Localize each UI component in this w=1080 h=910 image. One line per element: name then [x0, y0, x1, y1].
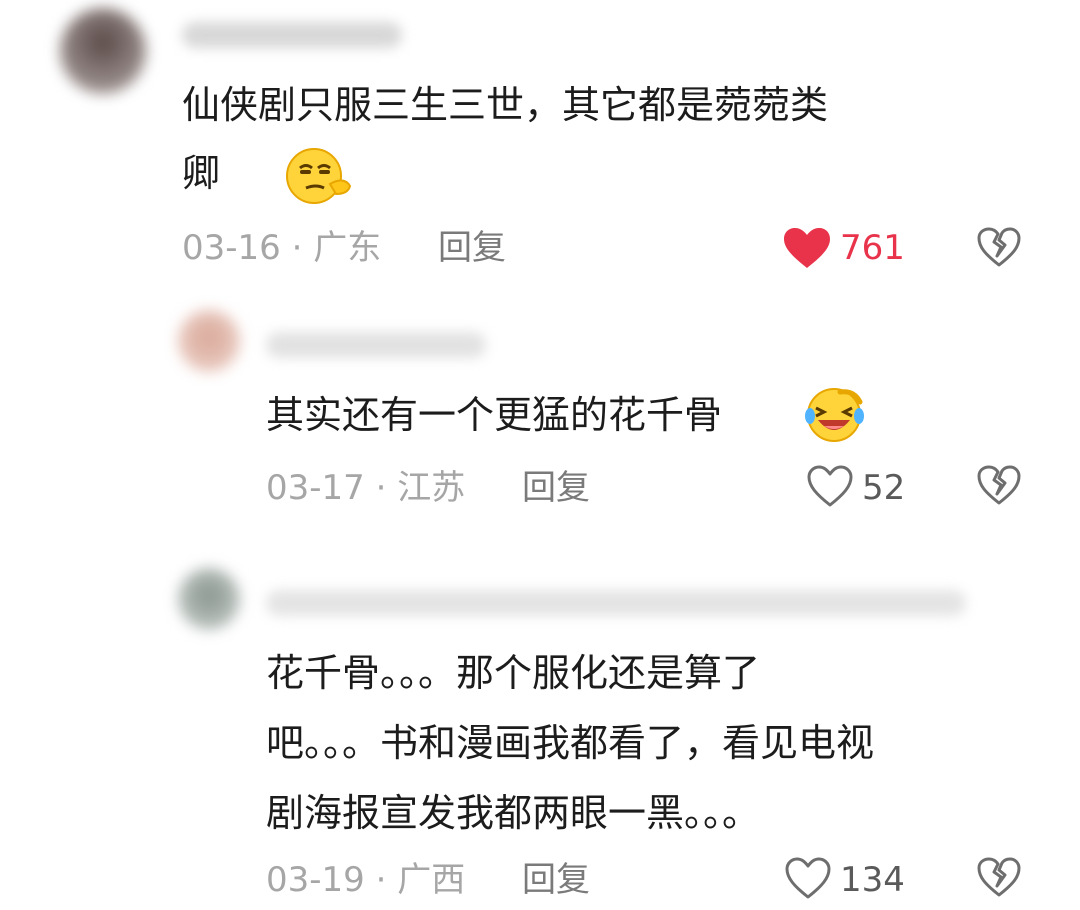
- username[interactable]: [266, 590, 966, 616]
- like-count: 52: [862, 468, 906, 508]
- meta-separator: ·: [280, 228, 314, 268]
- username[interactable]: [182, 22, 402, 48]
- comment-date: 03-17: [266, 468, 365, 508]
- avatar[interactable]: [178, 310, 240, 372]
- broken-heart-icon[interactable]: [976, 464, 1022, 506]
- reply-button[interactable]: 回复: [522, 860, 590, 900]
- reply-button[interactable]: 回复: [438, 228, 506, 268]
- comment-date: 03-16: [182, 228, 281, 268]
- comment-text: 其实还有一个更猛的花千骨: [266, 393, 723, 437]
- comment-text: 吧。。。书和漫画我都看了，看见电视: [266, 721, 875, 765]
- like-count: 134: [840, 860, 905, 900]
- laughing-tears-emoji-icon: [804, 386, 866, 444]
- broken-heart-icon[interactable]: [976, 226, 1022, 268]
- comment-text: 花千骨。。。那个服化还是算了: [266, 651, 761, 695]
- comment-location: 江苏: [397, 468, 466, 508]
- comment-meta: 03-19 · 广西: [266, 860, 465, 900]
- reply-button[interactable]: 回复: [522, 468, 590, 508]
- meta-separator: ·: [364, 468, 398, 508]
- meta-separator: ·: [364, 860, 398, 900]
- avatar[interactable]: [178, 568, 240, 630]
- comment-location: 广西: [397, 860, 466, 900]
- like-count: 761: [840, 228, 905, 268]
- comment-text: 卿: [182, 151, 221, 195]
- comment-text: 仙侠剧只服三生三世，其它都是菀菀类: [182, 83, 829, 127]
- comment-location: 广东: [313, 228, 382, 268]
- comment-text: 剧海报宣发我都两眼一黑。。。: [266, 791, 761, 835]
- heart-outline-icon[interactable]: [784, 856, 832, 900]
- avatar[interactable]: [60, 8, 146, 94]
- broken-heart-icon[interactable]: [976, 856, 1022, 898]
- heart-outline-icon[interactable]: [806, 464, 854, 508]
- smug-face-emoji-icon: [282, 144, 356, 206]
- heart-filled-icon[interactable]: [782, 226, 832, 270]
- username[interactable]: [266, 332, 486, 358]
- comment-date: 03-19: [266, 860, 365, 900]
- comment-meta: 03-17 · 江苏: [266, 468, 465, 508]
- comment-meta: 03-16 · 广东: [182, 228, 381, 268]
